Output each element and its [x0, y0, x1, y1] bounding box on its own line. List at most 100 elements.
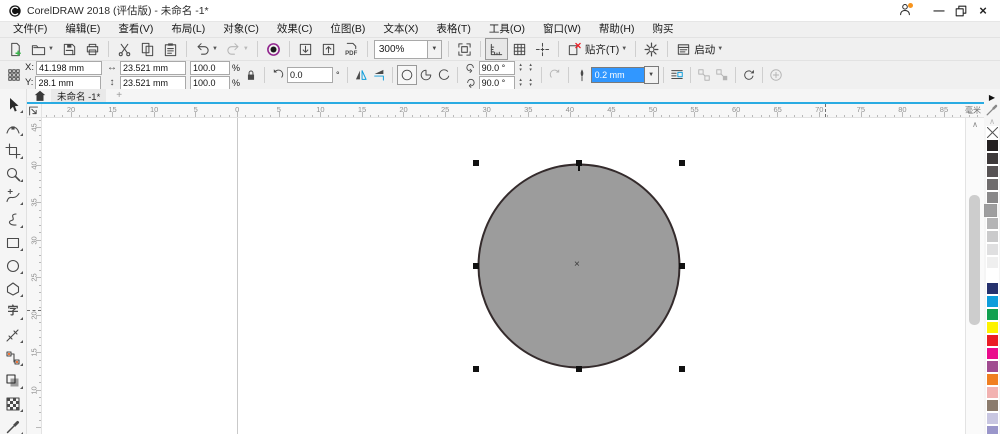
- new-tab-button[interactable]: +: [110, 90, 128, 101]
- save-button[interactable]: [58, 38, 81, 60]
- color-swatch-a04b90[interactable]: [986, 360, 999, 373]
- palette-eyedropper-icon[interactable]: [985, 103, 999, 117]
- object-height-field[interactable]: [120, 76, 186, 90]
- menu-item-9[interactable]: 表格(T): [427, 22, 479, 37]
- document-tab[interactable]: 未命名 -1*: [51, 89, 106, 102]
- show-rulers-button[interactable]: [485, 38, 508, 60]
- scale-y-field[interactable]: [190, 76, 230, 90]
- zoom-tool[interactable]: [2, 162, 24, 185]
- x-position-field[interactable]: [36, 61, 102, 75]
- color-swatch-ea1c25[interactable]: [986, 334, 999, 347]
- menu-item-4[interactable]: 布局(L): [162, 22, 214, 37]
- color-swatch-f2b2b1[interactable]: [986, 386, 999, 399]
- new-document-button[interactable]: [4, 38, 27, 60]
- minimize-button[interactable]: —: [928, 3, 950, 19]
- scroll-up-arrow[interactable]: ∧: [966, 120, 984, 129]
- cut-button[interactable]: [113, 38, 136, 60]
- pie-mode-button[interactable]: [417, 66, 435, 84]
- selection-handle[interactable]: [473, 263, 479, 269]
- polygon-tool[interactable]: [2, 277, 24, 300]
- chevron-down-icon[interactable]: ▼: [212, 46, 218, 52]
- import-button[interactable]: [294, 38, 317, 60]
- text-tool[interactable]: 字: [2, 300, 24, 323]
- palette-flyout-arrow[interactable]: ▶: [989, 93, 995, 103]
- publish-pdf-button[interactable]: PDF: [340, 38, 363, 60]
- menu-item-10[interactable]: 工具(O): [480, 22, 534, 37]
- paste-button[interactable]: [159, 38, 182, 60]
- menu-item-11[interactable]: 窗口(W): [534, 22, 590, 37]
- color-swatch-898889[interactable]: [986, 191, 999, 204]
- color-swatch-dfdfe0[interactable]: [986, 243, 999, 256]
- color-swatch-efefef[interactable]: [986, 256, 999, 269]
- convert-to-curves-button[interactable]: [740, 66, 758, 84]
- close-button[interactable]: ×: [972, 3, 994, 19]
- color-swatch-0d9ddb[interactable]: [986, 295, 999, 308]
- circle-top-node[interactable]: [578, 166, 580, 171]
- color-swatch-575354[interactable]: [986, 165, 999, 178]
- menu-item-2[interactable]: 编辑(E): [56, 22, 109, 37]
- menu-item-5[interactable]: 对象(C): [214, 22, 268, 37]
- color-swatch-3d393a[interactable]: [986, 152, 999, 165]
- menu-item-7[interactable]: 位图(B): [321, 22, 374, 37]
- color-swatch-f07f21[interactable]: [986, 373, 999, 386]
- selection-handle[interactable]: [473, 366, 479, 372]
- y-position-field[interactable]: [35, 76, 101, 90]
- palette-scroll-up-icon[interactable]: ∧: [989, 117, 995, 126]
- end-angle-spinner2[interactable]: ▴▾: [527, 78, 535, 88]
- lock-ratio-button[interactable]: [242, 66, 260, 84]
- launcher-button[interactable]: 启动▼: [672, 38, 727, 60]
- freehand-tool[interactable]: [2, 185, 24, 208]
- outline-width-field[interactable]: 0.2 mm: [591, 67, 644, 83]
- menu-item-13[interactable]: 购买: [644, 22, 683, 37]
- color-swatch-ffffff[interactable]: [986, 269, 999, 282]
- scale-x-field[interactable]: [190, 61, 230, 75]
- crop-tool[interactable]: [2, 139, 24, 162]
- show-guidelines-button[interactable]: [531, 38, 554, 60]
- selection-handle[interactable]: [679, 366, 685, 372]
- color-swatch-6f6c6d[interactable]: [986, 178, 999, 191]
- color-swatch-b4b4b5[interactable]: [986, 217, 999, 230]
- snap-button[interactable]: 贴齐(T)▼: [563, 38, 631, 60]
- color-swatch-8b7b6d[interactable]: [986, 399, 999, 412]
- ellipse-tool[interactable]: [2, 254, 24, 277]
- undo-button[interactable]: ▼: [191, 38, 222, 60]
- vertical-ruler[interactable]: 4540353025201510: [27, 118, 42, 434]
- menu-item-12[interactable]: 帮助(H): [590, 22, 644, 37]
- export-button[interactable]: [317, 38, 340, 60]
- zoom-level-select[interactable]: 300%▼: [374, 40, 442, 59]
- horizontal-ruler[interactable]: 毫米 2015105051015202530354045505560657075…: [42, 104, 984, 117]
- color-swatch-10a04f[interactable]: [986, 308, 999, 321]
- no-color-swatch[interactable]: [986, 126, 999, 139]
- menu-item-8[interactable]: 文本(X): [374, 22, 427, 37]
- end-angle-spinner[interactable]: ▴▾: [517, 78, 525, 88]
- account-icon[interactable]: [896, 3, 914, 19]
- ruler-origin[interactable]: [27, 104, 42, 117]
- options-gear-button[interactable]: [640, 38, 663, 60]
- color-swatch-25316d[interactable]: [986, 282, 999, 295]
- copy-button[interactable]: [136, 38, 159, 60]
- mirror-horizontal-button[interactable]: [352, 66, 370, 84]
- color-swatch-9e9e9f[interactable]: [984, 204, 997, 217]
- chevron-down-icon[interactable]: ▼: [427, 41, 441, 58]
- mirror-vertical-button[interactable]: [370, 66, 388, 84]
- rotation-angle-field[interactable]: [287, 67, 333, 83]
- color-swatch-231f20[interactable]: [986, 139, 999, 152]
- bspline-tool[interactable]: [2, 208, 24, 231]
- object-width-field[interactable]: [120, 61, 186, 75]
- home-icon[interactable]: [33, 89, 47, 103]
- eyedropper-tool[interactable]: [2, 415, 24, 434]
- selection-handle[interactable]: [679, 263, 685, 269]
- scrollbar-thumb[interactable]: [969, 195, 980, 325]
- pick-tool[interactable]: [2, 93, 24, 116]
- chevron-down-icon[interactable]: ▼: [621, 46, 627, 52]
- menu-item-6[interactable]: 效果(C): [268, 22, 322, 37]
- search-content-button[interactable]: [262, 38, 285, 60]
- print-button[interactable]: [81, 38, 104, 60]
- rectangle-tool[interactable]: [2, 231, 24, 254]
- open-folder-button[interactable]: ▼: [27, 38, 58, 60]
- wrap-text-button[interactable]: [668, 66, 686, 84]
- chevron-down-icon[interactable]: ▼: [243, 46, 249, 52]
- chevron-down-icon[interactable]: ▼: [48, 46, 54, 52]
- color-swatch-c8c6e1[interactable]: [986, 412, 999, 425]
- color-swatch-fdf200[interactable]: [986, 321, 999, 334]
